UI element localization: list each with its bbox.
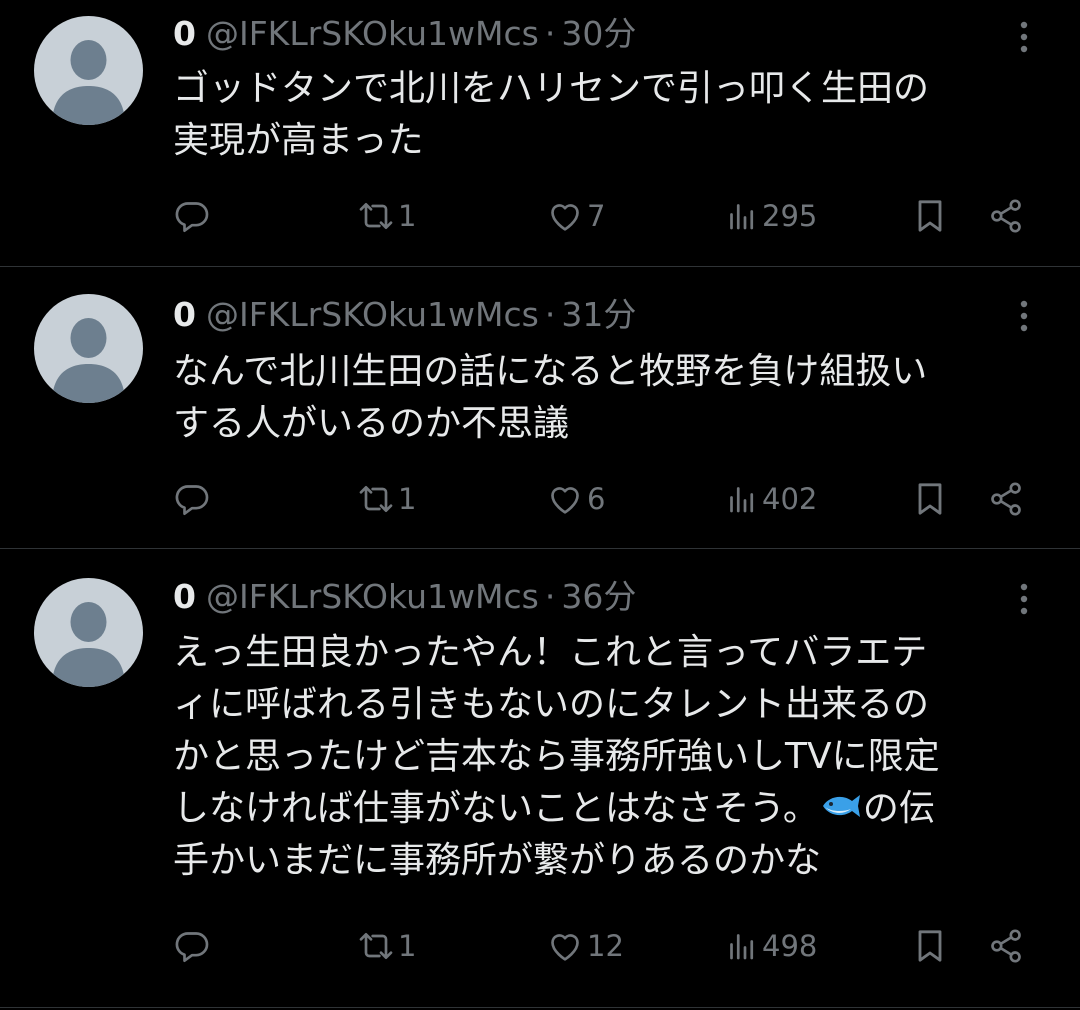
post-header: 0 @IFKLrSKOku1wMcs · 31分 [173, 293, 636, 337]
post-text-line: ゴッドタンで北川をハリセンで引っ叩く生田の [173, 68, 930, 109]
post[interactable]: 0 @IFKLrSKOku1wMcs · 31分 なんで北川生田の話になると牧野を負け… [0, 267, 1080, 549]
bookmark-button[interactable] [910, 192, 950, 240]
share-button[interactable] [986, 192, 1026, 240]
more-icon [1020, 583, 1028, 615]
post-header: 0 @IFKLrSKOku1wMcs · 30分 [173, 12, 636, 56]
share-icon [991, 482, 1021, 516]
reply-icon [175, 202, 209, 233]
views-icon [730, 934, 754, 960]
post-text: えっ生田良かったやん！これと言ってバラエテ ィに呼ばれる引きもないのにタレント出… [173, 627, 1053, 887]
post-text-line: ィに呼ばれる引きもないのにタレント出来るの [173, 684, 930, 725]
retweet-count: 1 [398, 199, 417, 233]
views-icon [730, 487, 754, 513]
post-text-line: えっ生田良かったやん！これと言ってバラエテ [173, 632, 928, 673]
retweet-icon [359, 203, 393, 229]
more-icon [1020, 21, 1028, 53]
views-button[interactable]: 295 [724, 192, 817, 240]
fish-emoji [822, 795, 860, 817]
more-button[interactable] [1014, 20, 1034, 54]
post-text-line: かと思ったけど吉本なら事務所強いしTVに限定 [173, 736, 940, 777]
bookmark-button[interactable] [910, 475, 950, 523]
post-time[interactable]: 31分 [561, 295, 636, 334]
separator-dot: · [544, 14, 556, 53]
action-bar: 1 6 402 [0, 475, 1080, 523]
view-count: 498 [762, 929, 818, 963]
view-count: 402 [762, 482, 818, 516]
reply-button[interactable] [172, 192, 212, 240]
reply-button[interactable] [172, 475, 212, 523]
separator-dot: · [544, 577, 556, 616]
post-text: なんで北川生田の話になると牧野を負け組扱い する人がいるのか不思議 [173, 346, 1053, 450]
views-button[interactable]: 498 [724, 922, 817, 970]
reply-icon [175, 485, 209, 515]
post-time[interactable]: 36分 [561, 577, 636, 616]
user-handle[interactable]: @IFKLrSKOku1wMcs [206, 295, 539, 334]
avatar[interactable] [34, 294, 143, 403]
like-icon [551, 204, 579, 231]
bookmark-icon [918, 483, 942, 515]
like-icon [551, 934, 579, 961]
like-count: 6 [587, 482, 606, 516]
share-icon [991, 199, 1021, 233]
bookmark-button[interactable] [910, 922, 950, 970]
timeline-feed: 0 @IFKLrSKOku1wMcs · 30分 ゴッドタンで北川をハリセンで引っ叩く… [0, 0, 1080, 1008]
retweet-icon [359, 486, 393, 512]
post-text-line: 実現が高まった [173, 120, 424, 161]
like-count: 12 [587, 929, 624, 963]
more-button[interactable] [1014, 299, 1034, 333]
avatar[interactable] [34, 16, 143, 125]
retweet-button[interactable]: 1 [356, 922, 416, 970]
view-count: 295 [762, 199, 818, 233]
separator-dot: · [544, 295, 556, 334]
share-icon [991, 929, 1021, 963]
action-bar: 1 7 295 [0, 192, 1080, 240]
user-handle[interactable]: @IFKLrSKOku1wMcs [206, 14, 539, 53]
like-button[interactable]: 6 [545, 475, 605, 523]
display-name[interactable]: 0 [173, 295, 196, 334]
like-icon [551, 487, 579, 514]
like-button[interactable]: 7 [545, 192, 605, 240]
views-icon [730, 204, 754, 230]
post-text: ゴッドタンで北川をハリセンで引っ叩く生田の 実現が高まった [173, 63, 1053, 167]
more-icon [1020, 300, 1028, 332]
bookmark-icon [918, 200, 942, 232]
default-avatar-icon [52, 40, 125, 125]
reply-button[interactable] [172, 922, 212, 970]
avatar[interactable] [34, 578, 143, 687]
default-avatar-icon [52, 318, 125, 403]
post[interactable]: 0 @IFKLrSKOku1wMcs · 30分 ゴッドタンで北川をハリセンで引っ叩く… [0, 0, 1080, 267]
post-text-line: 手かいまだに事務所が繋がりあるのかな [173, 840, 822, 881]
post[interactable]: 0 @IFKLrSKOku1wMcs · 36分 えっ生田良かったやん！これと言ってバ… [0, 549, 1080, 1008]
retweet-count: 1 [398, 482, 417, 516]
retweet-count: 1 [398, 929, 417, 963]
retweet-button[interactable]: 1 [356, 475, 416, 523]
like-button[interactable]: 12 [545, 922, 624, 970]
more-button[interactable] [1014, 582, 1034, 616]
reply-icon [175, 932, 209, 962]
display-name[interactable]: 0 [173, 577, 196, 616]
display-name[interactable]: 0 [173, 14, 196, 53]
post-text-segment: の伝 [862, 788, 935, 829]
share-button[interactable] [986, 922, 1026, 970]
post-header: 0 @IFKLrSKOku1wMcs · 36分 [173, 575, 636, 619]
views-button[interactable]: 402 [724, 475, 817, 523]
default-avatar-icon [52, 602, 125, 687]
post-text-line: する人がいるのか不思議 [173, 403, 570, 444]
post-time[interactable]: 30分 [561, 14, 636, 53]
retweet-icon [359, 933, 393, 959]
user-handle[interactable]: @IFKLrSKOku1wMcs [206, 577, 539, 616]
post-text-segment: しなければ仕事がないことはなさそう。 [173, 788, 819, 829]
action-bar: 1 12 498 [0, 922, 1080, 970]
post-text-line: なんで北川生田の話になると牧野を負け組扱い [173, 351, 928, 392]
retweet-button[interactable]: 1 [356, 192, 416, 240]
bookmark-icon [918, 930, 942, 962]
like-count: 7 [587, 199, 606, 233]
share-button[interactable] [986, 475, 1026, 523]
post-text-line: しなければ仕事がないことはなさそう。 の伝 [173, 783, 1053, 835]
